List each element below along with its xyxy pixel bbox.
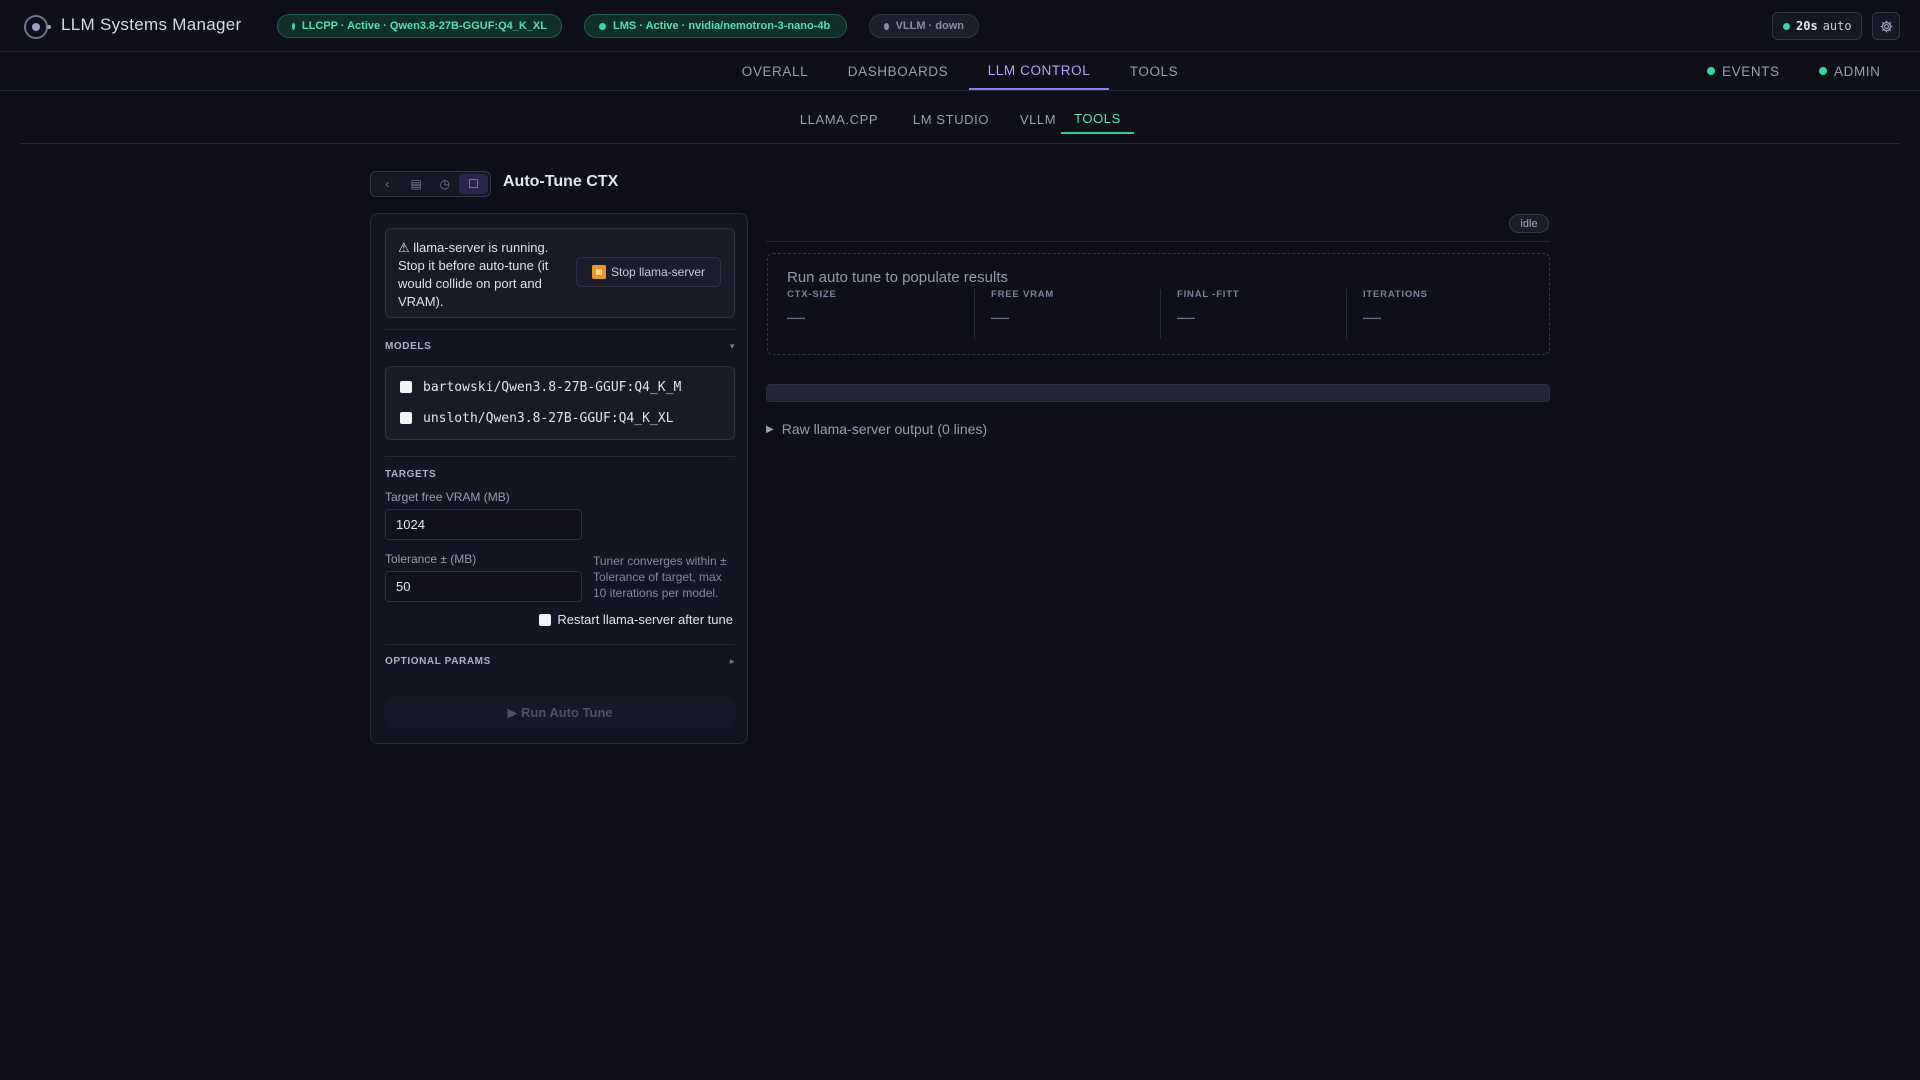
- app-title: LLM Systems Manager: [61, 15, 242, 34]
- model-name: bartowski/Qwen3.8-27B-GGUF:Q4_K_M: [423, 379, 682, 395]
- models-heading: MODELS: [385, 340, 432, 352]
- subtab-vllm[interactable]: VLLM: [1010, 104, 1066, 134]
- tune-progress-bar: [766, 384, 1550, 402]
- refresh-interval: 20s: [1796, 19, 1818, 33]
- status-dot-icon: [884, 22, 889, 30]
- raw-output-label: Raw llama-server output (0 lines): [781, 421, 988, 437]
- metric-final-fitt: FINAL -FITT —: [1160, 289, 1346, 339]
- gear-icon: [1880, 20, 1892, 32]
- divider: [385, 456, 735, 457]
- events-label: EVENTS: [1722, 63, 1780, 79]
- raw-output-toggle[interactable]: ▶ Raw llama-server output (0 lines): [766, 421, 987, 437]
- app-logo-icon: [24, 15, 51, 39]
- metric-label: FREE VRAM: [991, 289, 1055, 300]
- optional-params-toggle[interactable]: OPTIONAL PARAMS ▸: [385, 653, 735, 669]
- list-icon[interactable]: ▤: [402, 174, 431, 194]
- restart-checkbox[interactable]: [539, 613, 552, 626]
- triangle-right-icon: ▶: [766, 423, 774, 435]
- models-section-toggle[interactable]: MODELS ▾: [385, 338, 735, 354]
- chevron-left-icon[interactable]: ‹: [373, 174, 402, 194]
- model-checkbox[interactable]: [400, 412, 412, 424]
- metric-free-vram: FREE VRAM —: [974, 289, 1160, 339]
- settings-button[interactable]: [1872, 12, 1900, 40]
- metric-iterations: ITERATIONS —: [1346, 289, 1532, 339]
- page-title: Auto-Tune CTX: [503, 173, 619, 190]
- warning-text: ⚠ llama-server is running. Stop it befor…: [398, 240, 549, 309]
- tab-llm-control[interactable]: LLM CONTROL: [969, 52, 1109, 90]
- events-dot-icon: [1707, 67, 1715, 75]
- llcpp-status-label: LLCPP · Active · Qwen3.8-27B-GGUF:Q4_K_X…: [301, 20, 547, 32]
- refresh-dot-icon: [1783, 22, 1790, 30]
- divider: [385, 329, 735, 330]
- metric-ctx-size: CTX-SIZE —: [768, 289, 954, 339]
- targets-heading: TARGETS: [385, 468, 437, 480]
- vram-label: Target free VRAM (MB): [385, 490, 510, 504]
- llcpp-status-pill[interactable]: LLCPP · Active · Qwen3.8-27B-GGUF:Q4_K_X…: [277, 14, 562, 38]
- divider: [766, 241, 1550, 242]
- stop-icon: [591, 265, 606, 279]
- stop-button-label: Stop llama-server: [610, 265, 706, 279]
- auto-refresh-toggle[interactable]: 20s auto: [1772, 12, 1862, 40]
- subtab-lm-studio[interactable]: LM STUDIO: [900, 104, 1002, 134]
- metric-label: FINAL -FITT: [1177, 289, 1240, 300]
- tolerance-hint: Tuner converges within ± Tolerance of ta…: [593, 554, 727, 600]
- stop-llama-server-button[interactable]: Stop llama-server: [576, 257, 721, 287]
- history-icon[interactable]: ◷: [431, 174, 460, 194]
- restart-option[interactable]: Restart llama-server after tune: [539, 612, 733, 627]
- results-placeholder: Run auto tune to populate results: [787, 269, 1008, 286]
- tool-toolbar: ‹ ▤ ◷ ☐: [370, 171, 491, 197]
- metric-value: —: [1177, 307, 1195, 327]
- main-nav: OVERALL DASHBOARDS LLM CONTROL TOOLS EVE…: [0, 52, 1920, 91]
- vllm-status-pill[interactable]: VLLM · down: [869, 14, 979, 38]
- lms-status-pill[interactable]: LMS · Active · nvidia/nemotron-3-nano-4b: [584, 14, 847, 38]
- subtab-tools[interactable]: TOOLS: [1061, 104, 1134, 134]
- tolerance-input[interactable]: 50: [385, 571, 582, 602]
- panel-icon[interactable]: ☐: [459, 174, 488, 194]
- metric-value: —: [787, 307, 805, 327]
- restart-label: Restart llama-server after tune: [557, 612, 733, 627]
- results-summary: Run auto tune to populate results CTX-SI…: [767, 253, 1550, 355]
- status-dot-icon: [292, 22, 295, 30]
- running-warning: ⚠ llama-server is running. Stop it befor…: [385, 228, 735, 318]
- caret-right-icon: ▸: [729, 655, 735, 666]
- divider: [385, 644, 735, 645]
- metric-value: —: [991, 307, 1009, 327]
- model-item[interactable]: bartowski/Qwen3.8-27B-GGUF:Q4_K_M: [400, 377, 681, 397]
- vllm-status-label: VLLM · down: [895, 20, 964, 32]
- admin-link[interactable]: ADMIN: [1819, 52, 1881, 90]
- target-vram-input[interactable]: 1024: [385, 509, 582, 540]
- model-item[interactable]: unsloth/Qwen3.8-27B-GGUF:Q4_K_XL: [400, 408, 673, 428]
- sub-nav: LLAMA.CPP LM STUDIO VLLM TOOLS: [20, 92, 1900, 144]
- metric-label: CTX-SIZE: [787, 289, 837, 300]
- tab-dashboards[interactable]: DASHBOARDS: [838, 52, 958, 90]
- caret-down-icon: ▾: [729, 340, 735, 351]
- targets-section: TARGETS: [385, 466, 735, 482]
- top-bar: LLM Systems Manager LLCPP · Active · Qwe…: [0, 0, 1920, 52]
- optional-heading: OPTIONAL PARAMS: [385, 655, 491, 667]
- admin-label: ADMIN: [1834, 63, 1881, 79]
- model-checkbox[interactable]: [400, 381, 412, 393]
- subtab-llama-cpp[interactable]: LLAMA.CPP: [790, 104, 888, 134]
- events-link[interactable]: EVENTS: [1707, 52, 1780, 90]
- model-name: unsloth/Qwen3.8-27B-GGUF:Q4_K_XL: [423, 410, 674, 426]
- models-list: bartowski/Qwen3.8-27B-GGUF:Q4_K_M unslot…: [385, 366, 735, 440]
- tab-overall[interactable]: OVERALL: [730, 52, 820, 90]
- status-dot-icon: [599, 22, 606, 30]
- metric-value: —: [1363, 307, 1381, 327]
- tolerance-label: Tolerance ± (MB): [385, 552, 477, 566]
- metric-label: ITERATIONS: [1363, 289, 1428, 300]
- run-auto-tune-button[interactable]: ▶ Run Auto Tune: [385, 697, 735, 729]
- admin-dot-icon: [1819, 67, 1827, 75]
- refresh-mode: auto: [1822, 19, 1852, 33]
- tab-tools[interactable]: TOOLS: [1119, 52, 1189, 90]
- lms-status-label: LMS · Active · nvidia/nemotron-3-nano-4b: [613, 20, 831, 32]
- status-badge: idle: [1509, 214, 1549, 233]
- config-panel: ⚠ llama-server is running. Stop it befor…: [370, 213, 748, 744]
